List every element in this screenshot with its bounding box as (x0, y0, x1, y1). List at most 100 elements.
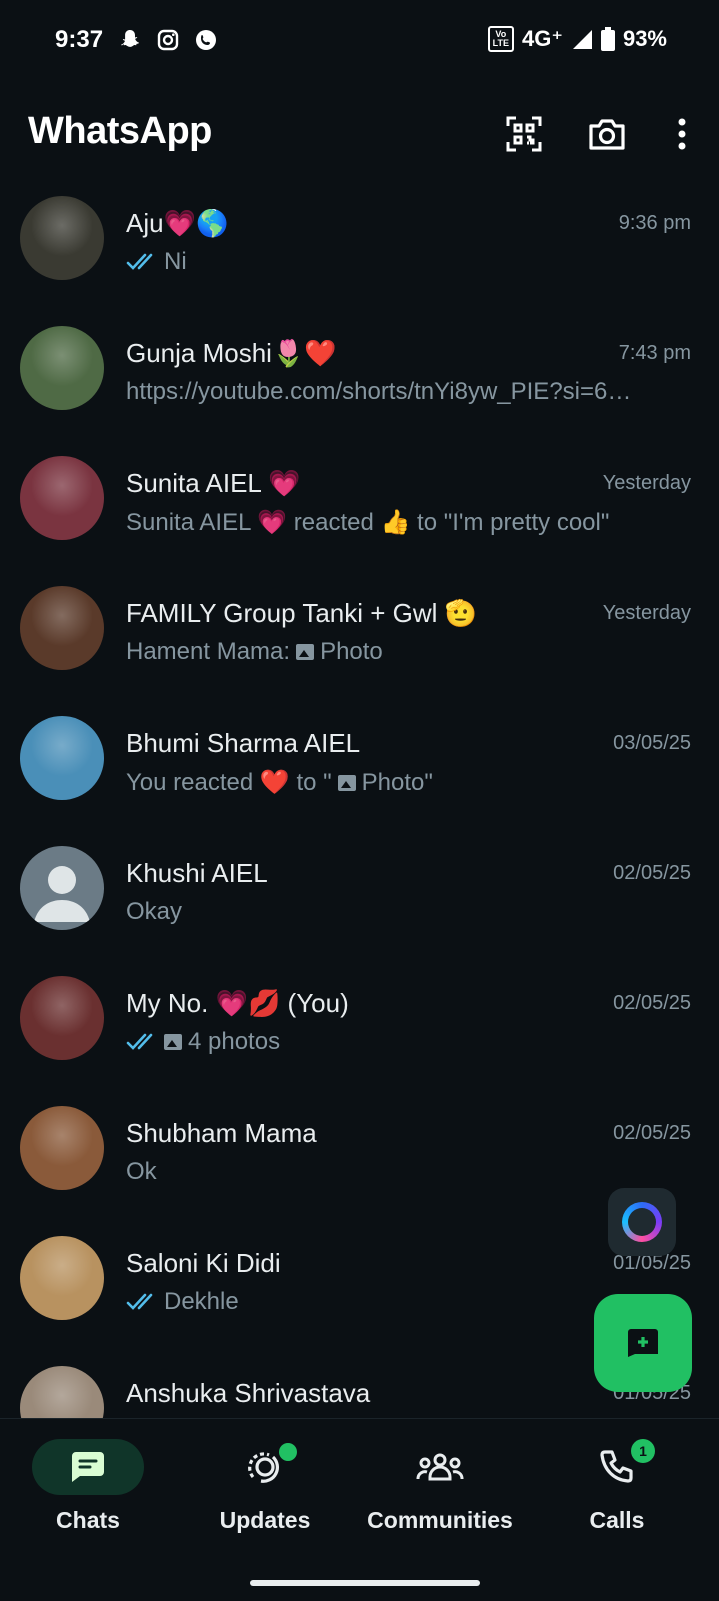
avatar[interactable] (20, 1366, 104, 1418)
tab-chats[interactable]: Chats (0, 1439, 178, 1559)
photo-icon (337, 774, 356, 791)
chat-row[interactable]: My No. 💗💋 (You) 02/05/25 4 photos (0, 964, 719, 1094)
preview-text: Sunita AIEL 💗 reacted 👍 to "I'm pretty c… (126, 509, 610, 536)
chat-name: Gunja Moshi🌷❤️ (126, 338, 337, 368)
chat-row[interactable]: Aju💗🌎 9:36 pm Ni (0, 184, 719, 314)
chat-preview: Hament Mama: Photo (126, 638, 676, 666)
chat-timestamp: 9:36 pm (618, 212, 691, 234)
tab-updates-label: Updates (219, 1507, 311, 1533)
home-indicator[interactable] (250, 1580, 480, 1586)
chats-tab-indicator (32, 1439, 144, 1495)
chat-timestamp: 02/05/25 (613, 862, 691, 884)
preview-text: Okay (126, 898, 183, 925)
status-system-icons: Vo LTE 4G⁺ 93% (487, 26, 667, 52)
chat-timestamp: Yesterday (602, 472, 691, 494)
avatar[interactable] (20, 976, 104, 1060)
phone-icon (600, 1450, 633, 1483)
read-receipt-icon (126, 253, 158, 271)
chat-name: Anshuka Shrivastava (126, 1378, 371, 1408)
preview-sender: Hament Mama: (126, 638, 291, 665)
volte-icon: Vo LTE (487, 26, 514, 52)
avatar[interactable] (20, 716, 104, 800)
chat-timestamp: 02/05/25 (613, 992, 691, 1014)
chat-timestamp: 03/05/25 (613, 732, 691, 754)
chat-row[interactable]: Gunja Moshi🌷❤️ 7:43 pm https://youtube.com… (0, 314, 719, 444)
chat-timestamp: Yesterday (602, 602, 691, 624)
camera-button[interactable] (585, 112, 629, 156)
chat-name: My No. 💗💋 (You) (126, 988, 349, 1018)
avatar[interactable] (20, 1236, 104, 1320)
tab-calls-label: Calls (589, 1507, 645, 1533)
read-receipt-icon (126, 1293, 158, 1311)
chat-row[interactable]: Sunita AIEL 💗 Yesterday Sunita AIEL 💗 reac… (0, 444, 719, 574)
snapchat-icon (118, 28, 142, 52)
avatar[interactable] (20, 326, 104, 410)
overflow-menu-button[interactable] (660, 112, 704, 156)
chat-name: Aju💗🌎 (126, 208, 229, 238)
chat-timestamp: 02/05/25 (613, 1122, 691, 1144)
communities-icon-wrap (384, 1439, 496, 1495)
preview-text: Ni (164, 248, 187, 275)
tab-updates[interactable]: Updates (175, 1439, 355, 1559)
updates-unread-dot (279, 1443, 297, 1461)
meta-ai-button[interactable] (608, 1188, 676, 1256)
calls-badge: 1 (631, 1439, 655, 1463)
chats-icon (72, 1452, 104, 1482)
status-time: 9:37 (55, 26, 104, 53)
app-title: WhatsApp (28, 110, 212, 152)
preview-text: https://youtube.com/shorts/tnYi8yw_PIE?s… (126, 378, 632, 405)
app-header: WhatsApp (0, 84, 719, 184)
network-type: 4G⁺ (521, 26, 563, 51)
chat-name: Bhumi Sharma AIEL (126, 728, 361, 758)
chat-name: Khushi AIEL (126, 858, 268, 888)
chat-timestamp: 7:43 pm (618, 342, 691, 364)
whatsapp-status-icon (194, 28, 218, 52)
chat-preview: Dekhle (126, 1288, 676, 1316)
tab-chats-label: Chats (56, 1507, 120, 1533)
tab-communities-label: Communities (367, 1507, 513, 1533)
chat-preview: Ok (126, 1158, 676, 1186)
camera-icon (589, 119, 625, 150)
meta-ai-icon (622, 1202, 662, 1242)
qr-code-icon (506, 116, 542, 152)
avatar[interactable] (20, 846, 104, 930)
new-chat-icon (628, 1329, 658, 1357)
more-vertical-icon (678, 118, 686, 150)
photo-icon (164, 1034, 182, 1050)
chat-preview: 4 photos (126, 1028, 676, 1056)
chat-name: Sunita AIEL 💗 (126, 468, 301, 498)
chat-preview: https://youtube.com/shorts/tnYi8yw_PIE?s… (126, 378, 676, 406)
chat-name: Shubham Mama (126, 1118, 317, 1148)
photo-icon (296, 644, 315, 660)
avatar[interactable] (20, 1106, 104, 1190)
instagram-icon (156, 28, 180, 52)
avatar[interactable] (20, 586, 104, 670)
chat-preview: You reacted ❤️ to " Photo" (126, 768, 676, 797)
chat-row[interactable]: Khushi AIEL 02/05/25 Okay (0, 834, 719, 964)
preview-text: Dekhle (164, 1288, 239, 1315)
chat-preview: Okay (126, 898, 676, 926)
preview-text: 4 photos (188, 1028, 281, 1055)
avatar[interactable] (20, 196, 104, 280)
battery-icon (600, 27, 615, 51)
qr-scan-button[interactable] (502, 112, 546, 156)
preview-text: Ok (126, 1158, 157, 1185)
tab-communities[interactable]: Communities (350, 1439, 530, 1559)
status-bar: 9:37 Vo LTE 4G⁺ 93% (0, 0, 719, 84)
chat-preview: Sunita AIEL 💗 reacted 👍 to "I'm pretty c… (126, 508, 676, 537)
chat-name: Saloni Ki Didi (126, 1248, 281, 1278)
chat-row[interactable]: FAMILY Group Tanki + Gwl 🫡 Yesterday Hamen… (0, 574, 719, 704)
chat-row[interactable]: Bhumi Sharma AIEL 03/05/25 You reacted ❤️ … (0, 704, 719, 834)
calls-icon-wrap: 1 (561, 1439, 673, 1495)
avatar[interactable] (20, 456, 104, 540)
communities-icon (416, 1453, 464, 1481)
tab-calls[interactable]: 1 Calls (527, 1439, 707, 1559)
updates-icon-wrap (209, 1439, 321, 1495)
battery-percent: 93% (622, 26, 667, 51)
signal-icon (572, 30, 592, 49)
preview-text: Photo (320, 638, 383, 665)
status-notification-icons (118, 28, 218, 52)
new-chat-button[interactable] (594, 1294, 692, 1392)
preview-text: You reacted ❤️ to " (126, 769, 332, 796)
chat-name: FAMILY Group Tanki + Gwl 🫡 (126, 598, 478, 628)
